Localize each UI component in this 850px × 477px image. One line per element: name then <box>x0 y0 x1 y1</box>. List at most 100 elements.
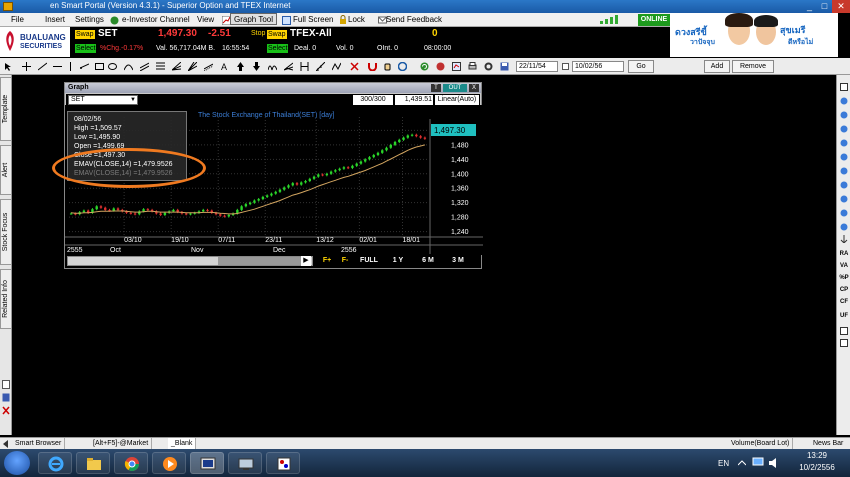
ellipse-tool-icon[interactable] <box>108 62 117 71</box>
6m-button[interactable]: 6 M <box>419 256 437 266</box>
hand-tool-icon[interactable] <box>383 62 392 71</box>
settings-icon[interactable] <box>484 62 493 71</box>
date-to-checkbox[interactable] <box>562 63 569 70</box>
remove-button[interactable]: Remove <box>732 60 774 73</box>
measure-tool-icon[interactable] <box>316 62 325 71</box>
menu-e-investor-channel[interactable]: e-Investor Channel <box>119 14 193 26</box>
windows-start-button[interactable] <box>4 451 30 475</box>
menu-file[interactable]: File <box>8 14 27 26</box>
tab-stock-focus[interactable]: Stock Focus <box>0 199 12 265</box>
graph-close-button[interactable]: X <box>469 84 479 92</box>
menu-insert[interactable]: Insert <box>42 14 68 26</box>
right-tool-4-icon[interactable] <box>840 125 848 133</box>
andrews-pitchfork-icon[interactable] <box>284 62 293 71</box>
tab-related-info[interactable]: Related Info <box>0 269 12 329</box>
menu-view[interactable]: View <box>194 14 217 26</box>
tray-show-hidden-icon[interactable] <box>738 459 746 467</box>
graph-symbol-select[interactable]: SET ▼ <box>68 95 138 105</box>
menu-full-screen[interactable]: Full Screen <box>290 14 336 26</box>
right-tool-8-icon[interactable] <box>840 181 848 189</box>
save-icon[interactable] <box>500 62 509 71</box>
save-page-icon[interactable] <box>2 393 10 402</box>
1y-button[interactable]: 1 Y <box>389 256 407 266</box>
maximize-button[interactable]: □ <box>817 0 832 13</box>
right-tool-1-icon[interactable] <box>840 83 848 91</box>
rectangle-tool-icon[interactable] <box>95 62 104 71</box>
right-tool-6-icon[interactable] <box>840 153 848 161</box>
right-tool-9-icon[interactable] <box>840 195 848 203</box>
swap-button-set[interactable]: Swap <box>75 30 95 39</box>
menu-settings[interactable]: Settings <box>72 14 107 26</box>
regression-icon[interactable] <box>204 62 213 71</box>
refresh-icon[interactable] <box>420 62 429 71</box>
right-tool-14-icon[interactable] <box>840 339 848 347</box>
graph-scale-select[interactable]: Linear(Auto) <box>435 95 479 105</box>
taskbar-smart-portal-button[interactable] <box>190 452 224 474</box>
right-tool-2-icon[interactable] <box>840 97 848 105</box>
horizontal-line-icon[interactable] <box>53 62 62 71</box>
arc-tool-icon[interactable] <box>124 62 133 71</box>
arrow-down-tool-icon[interactable] <box>252 62 261 71</box>
period-tool-icon[interactable] <box>300 62 309 71</box>
speed-line-icon[interactable] <box>172 62 181 71</box>
right-tool-cf[interactable]: CF <box>838 299 850 305</box>
tray-volume-icon[interactable] <box>768 457 780 469</box>
pointer-tool-icon[interactable] <box>4 62 13 71</box>
right-tool-cp[interactable]: CP <box>838 287 850 293</box>
graph-t-button[interactable]: T <box>431 84 441 92</box>
right-tool-va[interactable]: VA <box>838 263 850 269</box>
tray-clock-date[interactable]: 10/2/2556 <box>792 463 842 472</box>
right-tool-pct-p[interactable]: %P <box>838 275 850 281</box>
right-tool-3-icon[interactable] <box>840 111 848 119</box>
chart-scrollbar[interactable] <box>67 256 313 266</box>
taskbar-chrome-button[interactable] <box>114 452 148 474</box>
line-tool-icon[interactable] <box>38 62 47 71</box>
advertisement-banner[interactable]: ดวงสรีขี้ วาปัจจุบ สุขเมรี ดีหรือไม่ <box>670 13 838 57</box>
add-button[interactable]: Add <box>704 60 730 73</box>
taskbar-media-player-button[interactable] <box>152 452 186 474</box>
right-tool-10-icon[interactable] <box>840 209 848 217</box>
3m-button[interactable]: 3 M <box>449 256 467 266</box>
taskbar-app-7-button[interactable] <box>266 452 300 474</box>
indicator-icon[interactable] <box>436 62 445 71</box>
magnet-icon[interactable] <box>368 62 377 71</box>
print-icon[interactable] <box>468 62 477 71</box>
taskbar-ie-button[interactable] <box>38 452 72 474</box>
tray-network-icon[interactable] <box>752 457 764 469</box>
zigzag-tool-icon[interactable] <box>332 62 341 71</box>
menu-send-feedback[interactable]: Send Feedback <box>383 14 445 26</box>
fibonacci-tool-icon[interactable] <box>156 62 165 71</box>
ray-tool-icon[interactable] <box>80 62 89 71</box>
channel-tool-icon[interactable] <box>140 62 149 71</box>
chart-scrollbar-thumb[interactable] <box>218 257 302 265</box>
f-plus-button[interactable]: F+ <box>319 256 335 266</box>
close-button[interactable]: ✕ <box>832 0 850 13</box>
taskbar-app-6-button[interactable] <box>228 452 262 474</box>
text-tool-icon[interactable]: A <box>220 62 229 71</box>
right-tool-12-icon[interactable] <box>840 235 848 243</box>
right-tool-5-icon[interactable] <box>840 139 848 147</box>
taskbar-explorer-button[interactable] <box>76 452 110 474</box>
right-tool-uf[interactable]: UF <box>838 313 850 319</box>
select-button-tfex[interactable]: Select <box>267 44 289 53</box>
f-minus-button[interactable]: F- <box>337 256 353 266</box>
cycle-tool-icon[interactable] <box>268 62 277 71</box>
status-left-arrow-icon[interactable] <box>2 440 10 448</box>
tab-template[interactable]: Template <box>0 77 12 141</box>
date-to-field[interactable]: 10/02/56 <box>572 61 624 72</box>
menu-graph-tool[interactable]: Graph Tool <box>230 13 277 25</box>
swap-button-tfex[interactable]: Swap <box>267 30 287 39</box>
tab-alert[interactable]: Alert <box>0 145 12 195</box>
date-from-field[interactable]: 22/11/54 <box>516 61 558 72</box>
vertical-line-icon[interactable] <box>66 62 75 71</box>
new-page-icon[interactable] <box>2 380 10 389</box>
menu-lock[interactable]: Lock <box>345 14 368 26</box>
go-button[interactable]: Go <box>628 60 654 73</box>
circle-dropdown-icon[interactable] <box>398 62 407 71</box>
crosshair-tool-icon[interactable] <box>22 62 31 71</box>
tray-language[interactable]: EN <box>718 459 729 468</box>
tray-clock-time[interactable]: 13:29 <box>792 451 842 460</box>
delete-drawing-icon[interactable] <box>350 62 359 71</box>
right-tool-13-icon[interactable] <box>840 327 848 335</box>
right-tool-11-icon[interactable] <box>840 223 848 231</box>
